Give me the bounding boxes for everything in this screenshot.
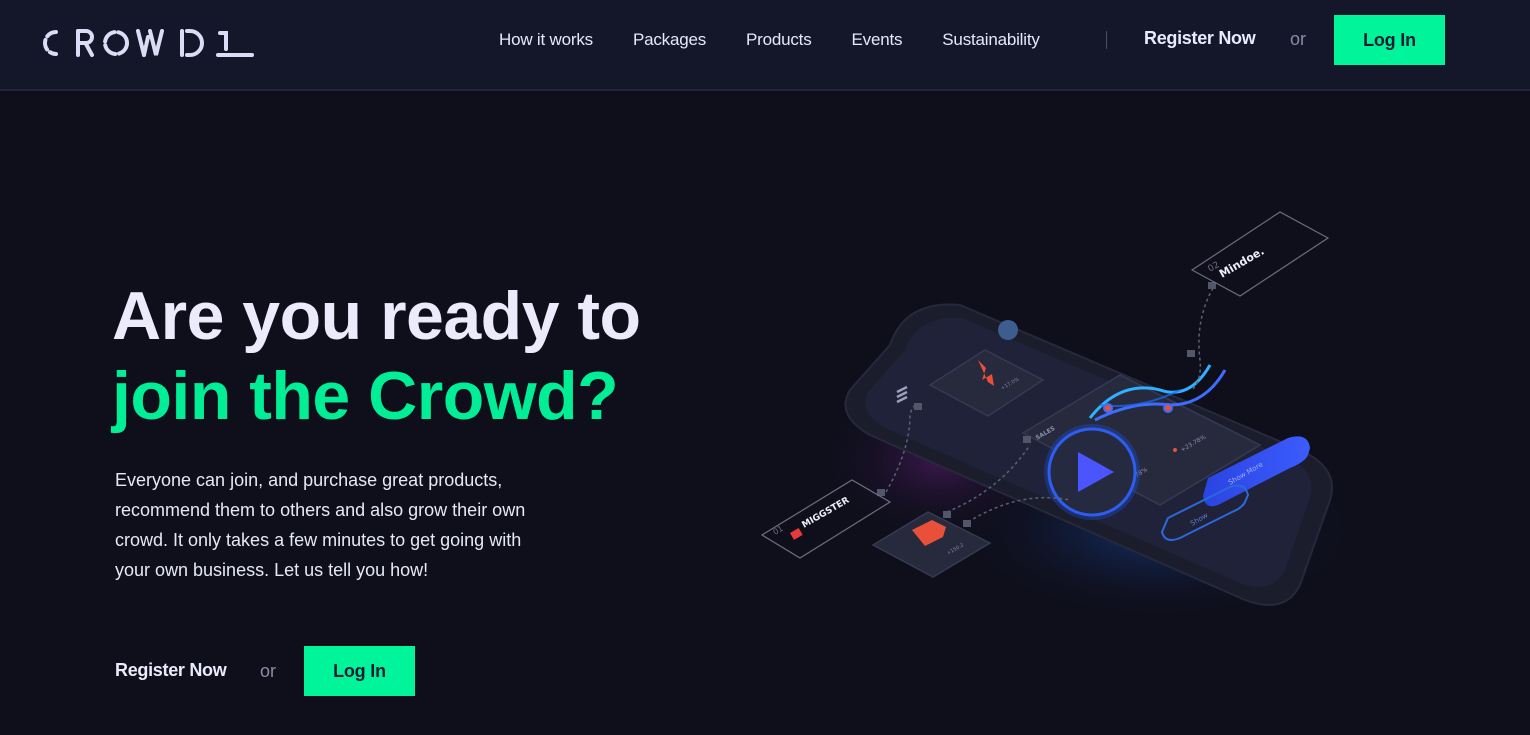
hero-or-text: or — [260, 661, 277, 681]
nav-how-it-works[interactable]: How it works — [499, 30, 593, 50]
nav-products[interactable]: Products — [746, 30, 812, 50]
nav-events[interactable]: Events — [852, 30, 903, 50]
hero-title-line1: Are you ready to — [112, 278, 641, 354]
header-login-button[interactable]: Log In — [1334, 15, 1445, 65]
header-or-text: or — [1290, 29, 1307, 49]
nav-divider — [1106, 31, 1107, 49]
nav-packages[interactable]: Packages — [633, 30, 706, 50]
nav-sustainability[interactable]: Sustainability — [942, 30, 1040, 50]
header-register-link[interactable]: Register Now — [1144, 28, 1256, 49]
site-header: How it works Packages Products Events Su… — [0, 0, 1530, 91]
heart-icon — [998, 320, 1018, 340]
phone-illustration: +17.0% SALES 13.78% +23.78% Show More Sh… — [760, 211, 1360, 620]
partner-name-mindoe: Mindoe. — [1217, 245, 1266, 281]
hero-login-button[interactable]: Log In — [304, 646, 415, 696]
stat-dot — [1173, 448, 1177, 452]
crowd1-logo[interactable] — [40, 27, 256, 59]
hero-description: Everyone can join, and purchase great pr… — [115, 470, 526, 580]
miggster-logo-icon — [790, 528, 803, 540]
crowd1-logo-icon — [43, 29, 254, 57]
hero-title-line2: join the Crowd? — [112, 358, 619, 434]
hero-title: Are you ready to join the Crowd? — [112, 276, 641, 436]
main-nav: How it works Packages Products Events Su… — [499, 0, 1040, 80]
hero-register-link[interactable]: Register Now — [115, 660, 227, 681]
hero-illustration: +17.0% SALES 13.78% +23.78% Show More Sh… — [740, 200, 1360, 630]
play-button[interactable] — [1044, 424, 1140, 520]
partner-name-miggster: MIGGSTER — [801, 496, 852, 531]
svg-text:01: 01 — [772, 524, 785, 537]
